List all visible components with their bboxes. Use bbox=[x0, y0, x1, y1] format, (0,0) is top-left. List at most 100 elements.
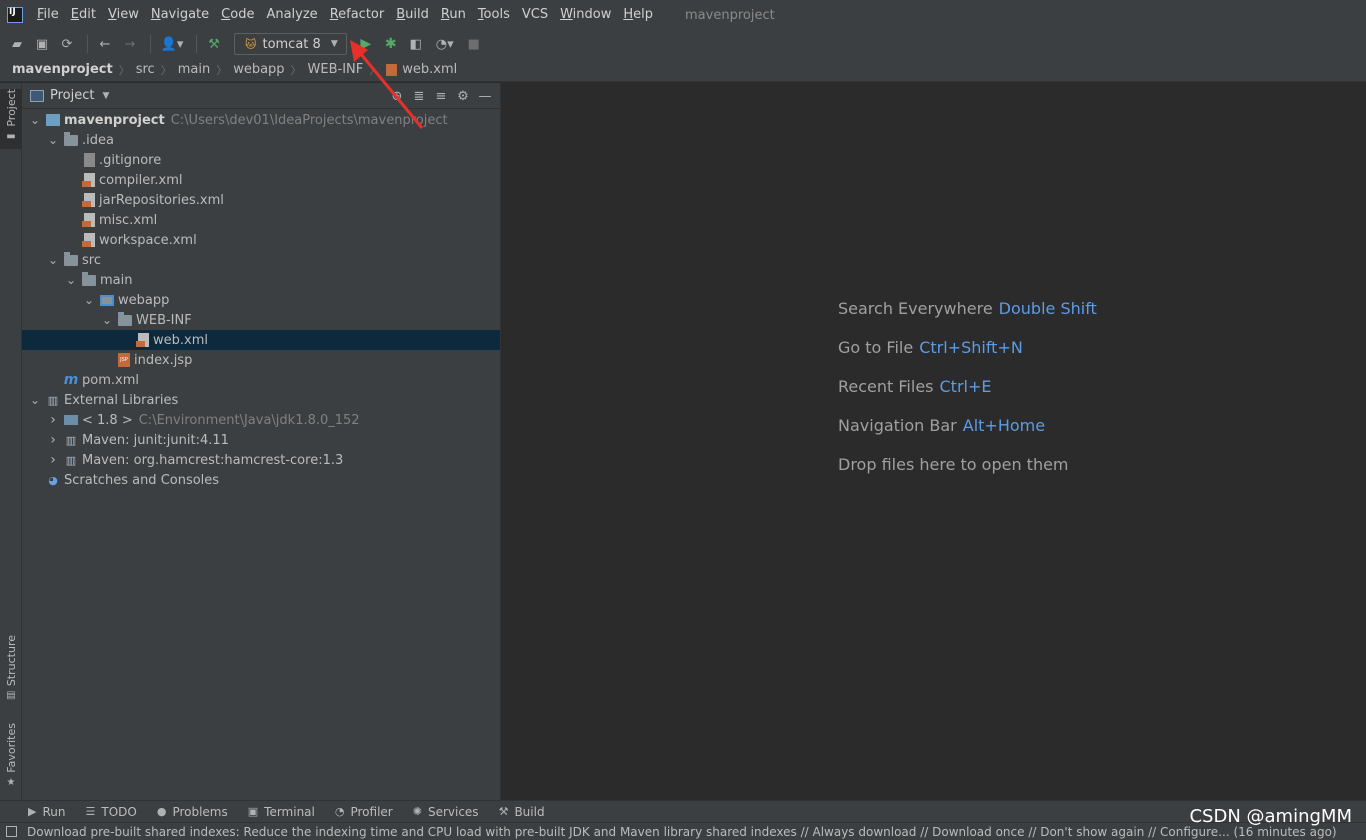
menu-label-rest: avigate bbox=[160, 7, 210, 22]
run-config-selector[interactable]: 🐱 tomcat 8 ▼ bbox=[234, 33, 347, 55]
menu-analyze[interactable]: Analyze bbox=[260, 0, 323, 30]
status-toggle-icon[interactable] bbox=[6, 826, 17, 837]
locate-file-icon[interactable]: ⊕ bbox=[386, 86, 408, 106]
main-toolbar: ▰ ▣ ⟳ ← → 👤▾ ⚒ 🐱 tomcat 8 ▼ ▶ ✱ ◧ ◔▾ ■ bbox=[0, 30, 1366, 58]
xml-file-icon bbox=[136, 333, 149, 347]
menu-mnemonic: B bbox=[396, 7, 406, 22]
menu-help[interactable]: Help bbox=[617, 0, 659, 30]
tree-row[interactable]: jarRepositories.xml bbox=[22, 190, 500, 210]
structure-icon: ▤ bbox=[6, 690, 16, 702]
coverage-icon[interactable]: ◧ bbox=[405, 33, 427, 55]
chevron-down-icon[interactable]: ⌄ bbox=[46, 254, 60, 266]
tree-row[interactable]: ⌄ ▥ External Libraries bbox=[22, 390, 500, 410]
chevron-down-icon[interactable]: ⌄ bbox=[28, 114, 42, 126]
sync-icon[interactable]: ⟳ bbox=[56, 33, 78, 55]
stripe-structure-button[interactable]: Structure ▤ bbox=[0, 635, 22, 705]
expand-all-icon[interactable]: ≣ bbox=[408, 86, 430, 106]
editor-hint: Go to File Ctrl+Shift+N bbox=[838, 338, 1097, 377]
stop-icon[interactable]: ■ bbox=[463, 33, 485, 55]
tool-window-todo-button[interactable]: ☰ TODO bbox=[85, 805, 136, 819]
chevron-right-icon[interactable]: › bbox=[46, 432, 60, 448]
chevron-right-icon[interactable]: › bbox=[46, 412, 60, 428]
open-folder-icon[interactable]: ▰ bbox=[6, 33, 28, 55]
chevron-down-icon[interactable]: ⌄ bbox=[46, 134, 60, 146]
run-play-icon[interactable]: ▶ bbox=[355, 33, 377, 55]
tool-window-label: Build bbox=[514, 804, 545, 819]
project-panel-title[interactable]: Project bbox=[50, 88, 94, 103]
tool-window-services-button[interactable]: ✺ Services bbox=[413, 805, 479, 819]
tree-row[interactable]: JSP index.jsp bbox=[22, 350, 500, 370]
stripe-favorites-button[interactable]: Favorites ★ bbox=[0, 723, 22, 793]
back-icon[interactable]: ← bbox=[94, 33, 116, 55]
tool-window-profiler-button[interactable]: ◔ Profiler bbox=[335, 805, 393, 819]
stripe-project-label: Project bbox=[4, 89, 18, 127]
tree-row[interactable]: ⌄ .idea bbox=[22, 130, 500, 150]
chevron-down-icon[interactable]: ⌄ bbox=[28, 394, 42, 406]
tree-row[interactable]: ⌄ src bbox=[22, 250, 500, 270]
menu-run[interactable]: Run bbox=[435, 0, 472, 30]
collapse-all-icon[interactable]: ≡ bbox=[430, 86, 452, 106]
breadcrumb-item-webapp[interactable]: webapp bbox=[233, 62, 284, 77]
chevron-down-icon[interactable]: ▼ bbox=[102, 91, 109, 101]
menu-edit[interactable]: Edit bbox=[65, 0, 102, 30]
build-hammer-icon[interactable]: ⚒ bbox=[203, 33, 225, 55]
menu-build[interactable]: Build bbox=[390, 0, 435, 30]
breadcrumb-item-web-inf[interactable]: WEB-INF bbox=[308, 62, 364, 77]
editor-area[interactable]: Search Everywhere Double Shift Go to File C… bbox=[502, 83, 1366, 800]
menu-label-rest: un bbox=[449, 7, 466, 22]
profile-icon[interactable]: ◔▾ bbox=[430, 33, 460, 55]
user-dropdown-icon[interactable]: 👤▾ bbox=[157, 33, 187, 55]
menu-items: File Edit View Navigate Code Analyze Refactor B… bbox=[31, 0, 659, 30]
debug-bug-icon[interactable]: ✱ bbox=[380, 33, 402, 55]
tree-row[interactable]: compiler.xml bbox=[22, 170, 500, 190]
tree-item-label: main bbox=[100, 272, 133, 288]
breadcrumb-item-web-xml[interactable]: web.xml bbox=[402, 62, 457, 77]
menu-refactor[interactable]: Refactor bbox=[324, 0, 391, 30]
chevron-down-icon[interactable]: ⌄ bbox=[64, 274, 78, 286]
project-tool-window: Project ▼ ⊕ ≣ ≡ ⚙ — ⌄ mavenproject C:\User… bbox=[22, 83, 501, 800]
tree-row[interactable]: ◕ Scratches and Consoles bbox=[22, 470, 500, 490]
tree-row[interactable]: ⌄ webapp bbox=[22, 290, 500, 310]
tool-window-label: Profiler bbox=[350, 804, 393, 819]
breadcrumb-item-src[interactable]: src bbox=[136, 62, 155, 77]
editor-empty-hints: Search Everywhere Double Shift Go to File C… bbox=[838, 299, 1097, 494]
chevron-right-icon[interactable]: › bbox=[46, 452, 60, 468]
tree-row[interactable]: › < 1.8 > C:\Environment\Java\jdk1.8.0_152 bbox=[22, 410, 500, 430]
tool-window-build-button[interactable]: ⚒ Build bbox=[499, 805, 545, 819]
chevron-down-icon[interactable]: ⌄ bbox=[82, 294, 96, 306]
breadcrumb-item-main[interactable]: main bbox=[178, 62, 210, 77]
breadcrumb-separator: 〉 bbox=[216, 63, 228, 77]
left-tool-stripe: Project ▬ Structure ▤ Favorites ★ bbox=[0, 83, 22, 800]
tree-row[interactable]: › ▥ Maven: junit:junit:4.11 bbox=[22, 430, 500, 450]
tool-window-terminal-button[interactable]: ▣ Terminal bbox=[248, 805, 315, 819]
menu-vcs[interactable]: VCS bbox=[516, 0, 554, 30]
tree-row[interactable]: › ▥ Maven: org.hamcrest:hamcrest-core:1.3 bbox=[22, 450, 500, 470]
menu-view[interactable]: View bbox=[102, 0, 145, 30]
hint-shortcut: Ctrl+E bbox=[939, 377, 992, 396]
gear-icon[interactable]: ⚙ bbox=[452, 86, 474, 106]
tree-row[interactable]: misc.xml bbox=[22, 210, 500, 230]
tree-row[interactable]: ⌄ mavenproject C:\Users\dev01\IdeaProjects… bbox=[22, 110, 500, 130]
menu-file[interactable]: File bbox=[31, 0, 65, 30]
forward-icon[interactable]: → bbox=[119, 33, 141, 55]
tool-window-problems-button[interactable]: ● Problems bbox=[157, 805, 228, 819]
menu-navigate[interactable]: Navigate bbox=[145, 0, 215, 30]
status-message[interactable]: Download pre-built shared indexes: Reduc… bbox=[27, 825, 1337, 839]
menu-tools[interactable]: Tools bbox=[472, 0, 516, 30]
chevron-down-icon[interactable]: ⌄ bbox=[100, 314, 114, 326]
stripe-project-button[interactable]: Project ▬ bbox=[0, 89, 22, 149]
tool-window-run-button[interactable]: ▶ Run bbox=[28, 805, 65, 819]
tree-item-label: jarRepositories.xml bbox=[99, 192, 224, 208]
build-icon: ⚒ bbox=[498, 805, 509, 818]
hide-panel-icon[interactable]: — bbox=[474, 86, 496, 106]
menu-window[interactable]: Window bbox=[554, 0, 617, 30]
tree-row[interactable]: .gitignore bbox=[22, 150, 500, 170]
tree-row[interactable]: ⌄ main bbox=[22, 270, 500, 290]
tree-row[interactable]: m pom.xml bbox=[22, 370, 500, 390]
menu-code[interactable]: Code bbox=[215, 0, 260, 30]
save-all-icon[interactable]: ▣ bbox=[31, 33, 53, 55]
breadcrumb-item-mavenproject[interactable]: mavenproject bbox=[12, 62, 113, 77]
tree-row[interactable]: ⌄ WEB-INF bbox=[22, 310, 500, 330]
tree-row[interactable]: workspace.xml bbox=[22, 230, 500, 250]
tree-row[interactable]: web.xml bbox=[22, 330, 500, 350]
